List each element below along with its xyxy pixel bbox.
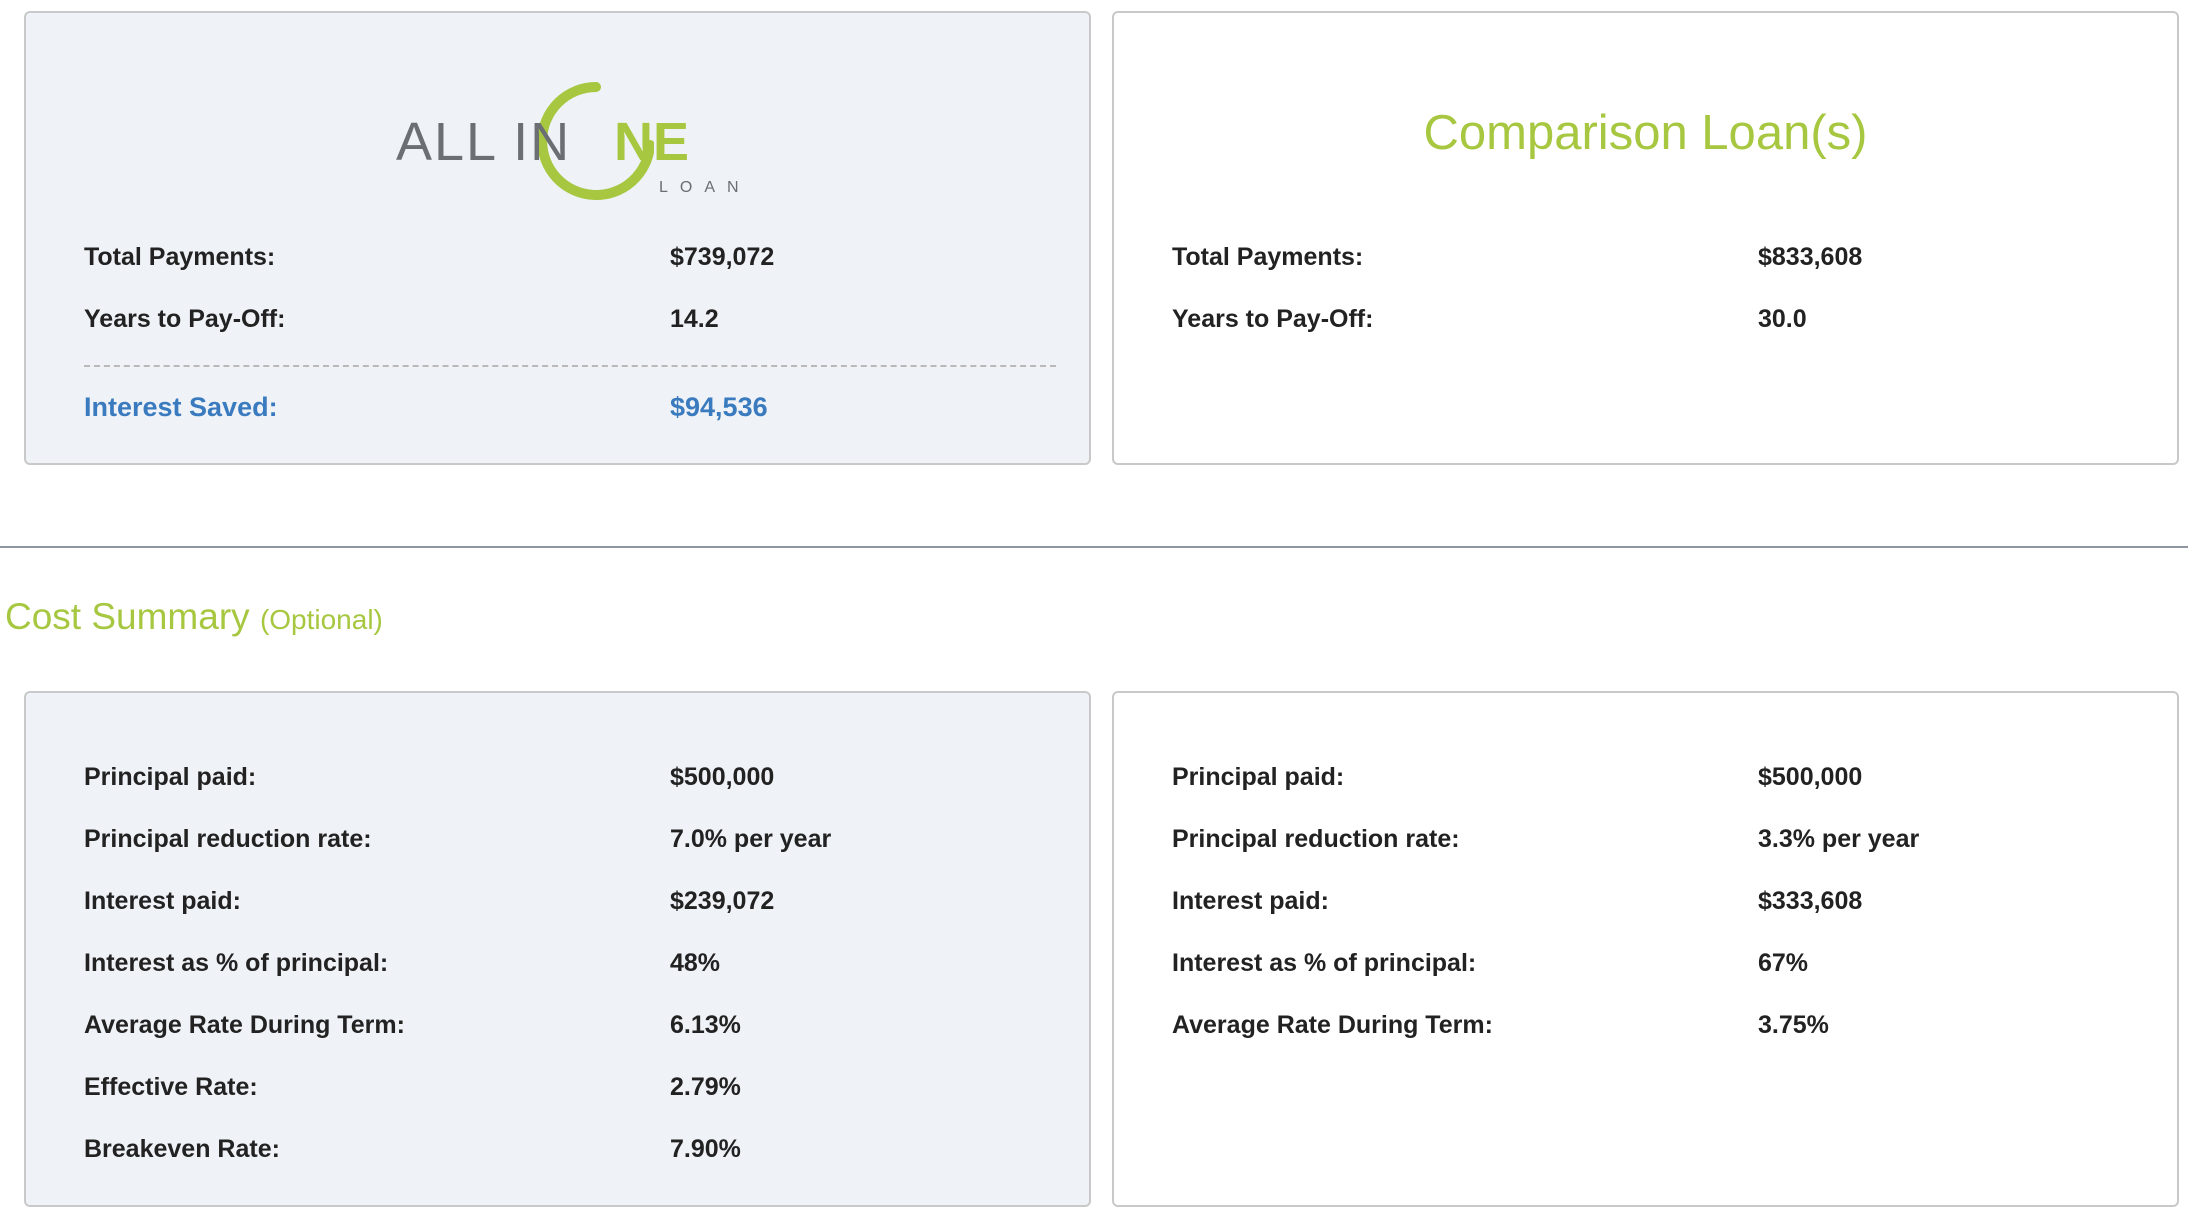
row-value: $500,000	[1758, 763, 1863, 791]
row-label: Average Rate During Term:	[84, 1011, 405, 1039]
cmp-total-payments-row: Total Payments: $833,608	[1172, 237, 2152, 277]
row-value: $833,608	[1758, 243, 1863, 271]
row-value: 30.0	[1758, 305, 1807, 333]
row-label: Principal paid:	[1172, 763, 1345, 791]
cost-row: Principal paid: $500,000	[1172, 757, 2152, 797]
cost-row: Interest paid: $239,072	[84, 881, 1064, 921]
row-value: 2.79%	[670, 1073, 741, 1101]
row-label: Principal reduction rate:	[1172, 825, 1460, 853]
row-value: 3.75%	[1758, 1011, 1829, 1039]
row-label: Principal paid:	[84, 763, 257, 791]
row-value: 48%	[670, 949, 721, 977]
logo-subtext: LOAN	[659, 179, 751, 196]
all-in-one-loan-logo: ALL IN NE LOAN	[396, 71, 776, 211]
cost-row: Principal reduction rate: 3.3% per year	[1172, 819, 2152, 859]
row-value: 7.90%	[670, 1135, 741, 1163]
cost-summary-aio-panel: Principal paid: $500,000 Principal reduc…	[24, 691, 1091, 1207]
all-in-one-loan-panel: ALL IN NE LOAN Total Payments: $739,072 …	[24, 11, 1091, 465]
row-value: $239,072	[670, 887, 775, 915]
cost-row: Principal reduction rate: 7.0% per year	[84, 819, 1064, 859]
dashed-divider	[84, 365, 1056, 367]
row-label: Years to Pay-Off:	[1172, 305, 1374, 333]
row-label: Total Payments:	[84, 243, 276, 271]
row-value: $739,072	[670, 243, 775, 271]
cost-row: Effective Rate: 2.79%	[84, 1067, 1064, 1107]
aio-total-payments-row: Total Payments: $739,072	[84, 237, 1064, 277]
row-value: 6.13%	[670, 1011, 741, 1039]
cost-row: Interest as % of principal: 67%	[1172, 943, 2152, 983]
cost-summary-comparison-panel: Principal paid: $500,000 Principal reduc…	[1112, 691, 2179, 1207]
aio-interest-saved-row: Interest Saved: $94,536	[84, 387, 1064, 427]
row-value: 67%	[1758, 949, 1809, 977]
row-label: Years to Pay-Off:	[84, 305, 286, 333]
comparison-loan-panel: Comparison Loan(s) Total Payments: $833,…	[1112, 11, 2179, 465]
row-label: Interest Saved:	[84, 392, 278, 422]
row-label: Interest paid:	[84, 887, 241, 915]
row-value: 7.0% per year	[670, 825, 832, 853]
row-label: Interest paid:	[1172, 887, 1329, 915]
cost-row: Principal paid: $500,000	[84, 757, 1064, 797]
aio-years-to-payoff-row: Years to Pay-Off: 14.2	[84, 299, 1064, 339]
row-label: Effective Rate:	[84, 1073, 258, 1101]
row-value: 3.3% per year	[1758, 825, 1920, 853]
logo-text: ALL IN	[396, 112, 572, 172]
cost-summary-heading: Cost Summary (Optional)	[5, 596, 383, 638]
row-label: Breakeven Rate:	[84, 1135, 280, 1163]
row-value: 14.2	[670, 305, 719, 333]
cmp-years-to-payoff-row: Years to Pay-Off: 30.0	[1172, 299, 2152, 339]
cost-row: Interest as % of principal: 48%	[84, 943, 1064, 983]
cost-row: Average Rate During Term: 3.75%	[1172, 1005, 2152, 1045]
row-label: Interest as % of principal:	[84, 949, 389, 977]
row-value: $94,536	[670, 392, 768, 422]
row-value: $333,608	[1758, 887, 1863, 915]
cost-row: Average Rate During Term: 6.13%	[84, 1005, 1064, 1045]
row-label: Total Payments:	[1172, 243, 1364, 271]
section-divider	[0, 546, 2188, 548]
cost-summary-title: Cost Summary	[5, 596, 250, 637]
row-label: Principal reduction rate:	[84, 825, 372, 853]
cost-row: Interest paid: $333,608	[1172, 881, 2152, 921]
logo-ne-text: NE	[614, 112, 690, 172]
row-value: $500,000	[670, 763, 775, 791]
row-label: Average Rate During Term:	[1172, 1011, 1493, 1039]
cost-row: Breakeven Rate: 7.90%	[84, 1129, 1064, 1169]
comparison-loan-title: Comparison Loan(s)	[1423, 106, 1868, 160]
optional-label: (Optional)	[259, 604, 383, 635]
row-label: Interest as % of principal:	[1172, 949, 1477, 977]
